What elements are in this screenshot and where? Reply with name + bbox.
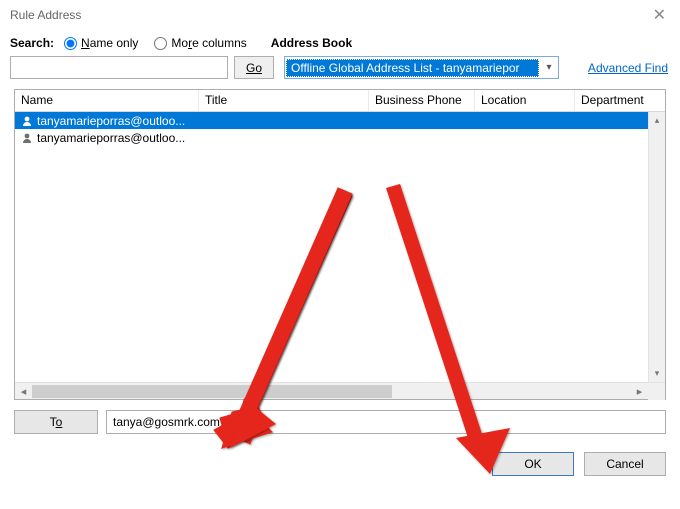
radio-more-columns[interactable]: More columns — [154, 36, 246, 50]
search-label: Search: — [10, 36, 54, 50]
horizontal-scrollbar[interactable]: ◂ ▸ — [15, 382, 665, 399]
scroll-track[interactable] — [649, 129, 665, 365]
to-button[interactable]: To — [14, 410, 98, 434]
ok-button[interactable]: OK — [492, 452, 574, 476]
radio-name-only-label: Name only — [81, 36, 138, 50]
scroll-left-icon[interactable]: ◂ — [15, 385, 32, 398]
col-department[interactable]: Department — [575, 90, 665, 111]
col-location[interactable]: Location — [475, 90, 575, 111]
search-input[interactable] — [10, 56, 228, 79]
go-button[interactable]: Go — [234, 56, 274, 79]
radio-more-columns-input[interactable] — [154, 37, 167, 50]
close-icon[interactable]: ✕ — [647, 5, 672, 25]
cancel-button[interactable]: Cancel — [584, 452, 666, 476]
radio-name-only-input[interactable] — [64, 37, 77, 50]
row-display: tanyamarieporras@outloo... — [37, 131, 185, 145]
scroll-up-icon[interactable]: ▴ — [649, 112, 665, 129]
footer: OK Cancel — [0, 434, 680, 476]
advanced-find-link[interactable]: Advanced Find — [588, 61, 670, 75]
list-header[interactable]: Name Title Business Phone Location Depar… — [15, 90, 665, 112]
titlebar: Rule Address ✕ — [0, 0, 680, 30]
search-row: Search: Name only More columns Address B… — [0, 30, 680, 52]
scroll-down-icon[interactable]: ▾ — [649, 365, 665, 382]
results-list: Name Title Business Phone Location Depar… — [14, 89, 666, 400]
row-display: tanyamarieporras@outloo... — [37, 114, 185, 128]
address-book-label: Address Book — [271, 36, 352, 50]
table-row[interactable]: tanyamarieporras@outloo... — [15, 129, 648, 146]
rows-area[interactable]: tanyamarieporras@outloo... tanyamariepor… — [15, 112, 648, 382]
scroll-right-icon[interactable]: ▸ — [631, 385, 648, 398]
col-business-phone[interactable]: Business Phone — [369, 90, 475, 111]
address-book-select[interactable]: Offline Global Address List - tanyamarie… — [284, 56, 559, 79]
h-scroll-thumb[interactable] — [32, 385, 392, 398]
search-controls-row: Go Offline Global Address List - tanyama… — [0, 52, 680, 87]
person-icon — [21, 132, 33, 144]
radio-more-columns-label: More columns — [171, 36, 246, 50]
list-body: tanyamarieporras@outloo... tanyamariepor… — [15, 112, 665, 382]
person-icon — [21, 115, 33, 127]
to-row: To — [14, 410, 666, 434]
vertical-scrollbar[interactable]: ▴ ▾ — [648, 112, 665, 382]
to-input[interactable] — [106, 410, 666, 434]
address-book-selected: Offline Global Address List - tanyamarie… — [286, 59, 539, 77]
col-name[interactable]: Name — [15, 90, 199, 111]
col-title[interactable]: Title — [199, 90, 369, 111]
scroll-corner — [648, 383, 665, 400]
radio-name-only[interactable]: Name only — [64, 36, 138, 50]
h-scroll-track[interactable] — [32, 383, 631, 399]
chevron-down-icon[interactable]: ▾ — [540, 62, 558, 73]
window-title: Rule Address — [10, 8, 81, 22]
table-row[interactable]: tanyamarieporras@outloo... — [15, 112, 648, 129]
